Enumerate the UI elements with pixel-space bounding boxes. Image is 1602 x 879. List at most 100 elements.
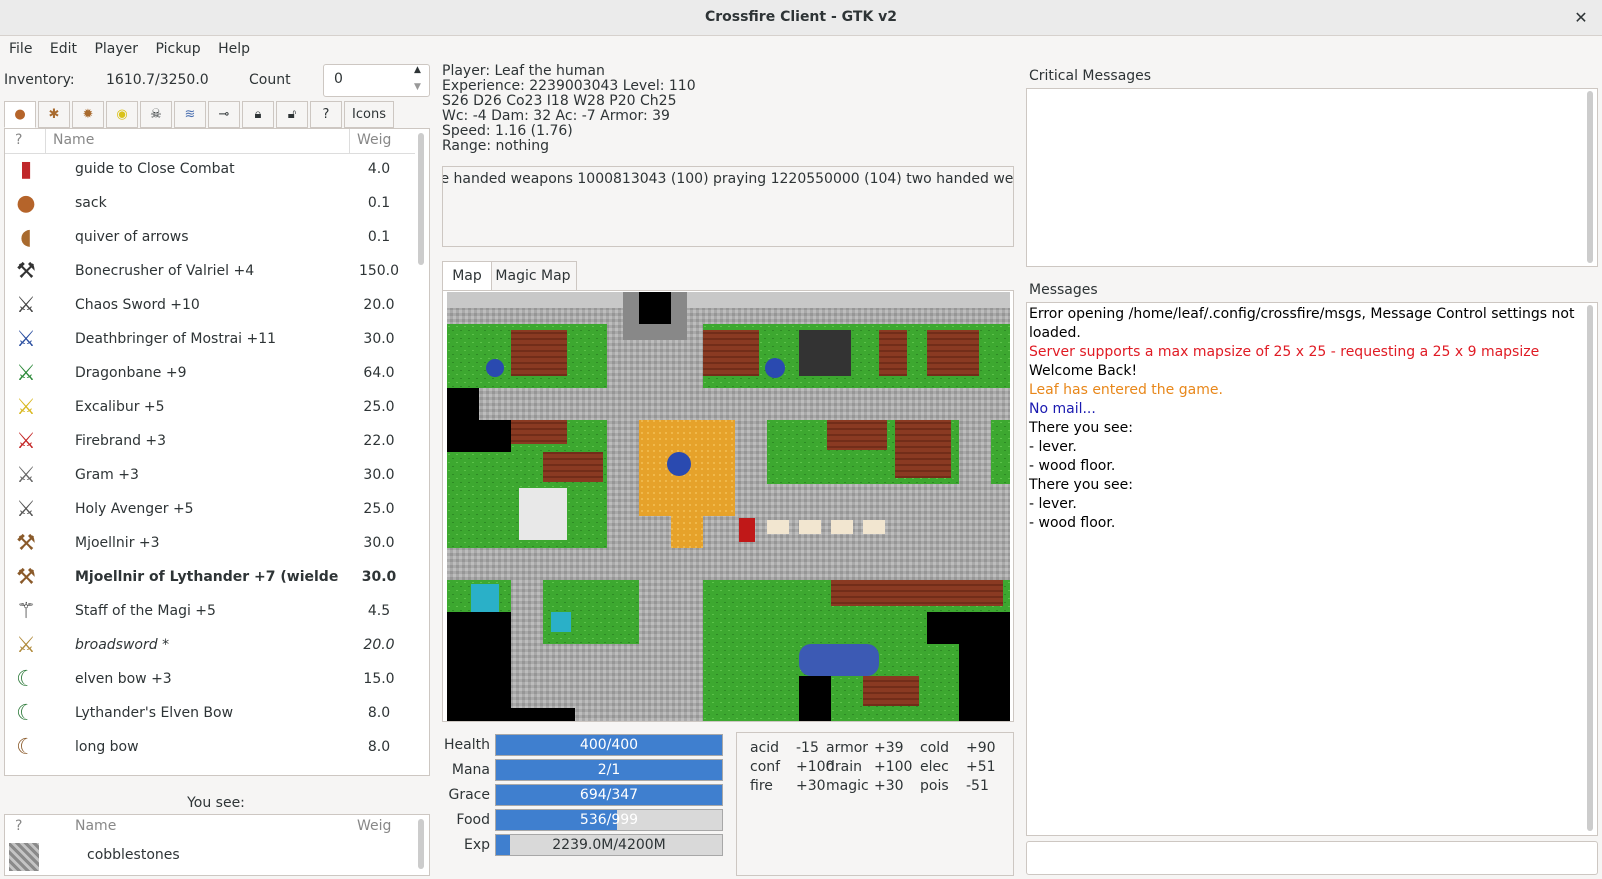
spin-down-icon[interactable]: ▼ [414,82,421,92]
resist-label: cold [920,740,950,756]
resist-value: +90 [966,740,996,756]
message-line: There you see: [1029,477,1133,493]
column-divider [349,129,350,153]
column-weight[interactable]: Weig [357,132,391,148]
column-weight[interactable]: Weig [357,818,391,834]
tab-unlocked-icon[interactable]: 🔓︎ [276,101,308,128]
item-weight: 20.0 [363,637,395,653]
exp-bar: 2239.0M/4200M [495,834,723,856]
bow-icon: ☾ [16,667,36,692]
tab-map[interactable]: Map [442,261,492,291]
inventory-row[interactable]: ⚔ Excalibur +5 25.0 [5,391,415,425]
quiver-icon: ◖ [20,225,32,250]
sword-icon: ⚔ [16,429,36,454]
inventory-row[interactable]: ◖ quiver of arrows 0.1 [5,221,415,255]
inventory-row[interactable]: ● sack 0.1 [5,187,415,221]
inventory-row[interactable]: ⚔ Deathbringer of Mostrai +11 30.0 [5,323,415,357]
item-weight: 4.0 [367,161,391,177]
menu-edit[interactable]: Edit [46,36,81,63]
menu-pickup[interactable]: Pickup [152,36,205,63]
item-name: Deathbringer of Mostrai +11 [75,331,277,347]
tab-all-icon[interactable]: ● [4,101,36,128]
inventory-row[interactable]: ⚔ Dragonbane +9 64.0 [5,357,415,391]
inventory-row[interactable]: ⚚ Staff of the Magi +5 4.5 [5,595,415,629]
hammer-icon: ⚒ [16,259,36,284]
column-unapplied[interactable]: ? [15,132,22,148]
skills-panel: one handed weapons 1000813043 (100) pray… [442,166,1014,247]
map-void [447,388,479,452]
inventory-row[interactable]: ⚔ broadsword * 20.0 [5,629,415,663]
item-name: long bow [75,739,139,755]
tab-cursed-icon[interactable]: ☠ [140,101,172,128]
inventory-scrollbar[interactable] [418,133,424,265]
inventory-row[interactable]: ▮ guide to Close Combat 4.0 [5,153,415,187]
map-portal [471,584,499,612]
sword-icon: ⚔ [16,633,36,658]
column-unapplied[interactable]: ? [15,818,22,834]
messages-scrollbar[interactable] [1587,305,1593,831]
resist-label: drain [826,759,862,775]
count-input[interactable]: 0 ▲ ▼ [323,64,430,97]
tab-unapplied-icon[interactable]: ✹ [72,101,104,128]
critical-scrollbar[interactable] [1587,91,1593,263]
item-name: Lythander's Elven Bow [75,705,234,721]
inventory-row[interactable]: ☾ Lythander's Elven Bow 8.0 [5,697,415,731]
column-name[interactable]: Name [75,818,116,834]
tab-applied-icon[interactable]: ✱ [38,101,70,128]
tab-unidentified-icon[interactable]: ? [310,101,342,128]
inventory-row[interactable]: ⚔ Chaos Sword +10 20.0 [5,289,415,323]
map-building [827,420,887,450]
item-weight: 4.5 [367,603,391,619]
inventory-row[interactable]: ⚒ Mjoellnir +3 30.0 [5,527,415,561]
you-see-scrollbar[interactable] [418,819,424,869]
tab-magic-map[interactable]: Magic Map [490,261,577,292]
resist-label: pois [920,778,949,794]
map-water [799,644,879,676]
map-building [799,330,851,376]
tab-locked-icon[interactable]: 🔒︎ [242,101,274,128]
health-label: Health [444,737,490,753]
exp-value: 2239.0M/4200M [552,837,666,853]
resist-label: fire [750,778,773,794]
message-line: Error opening /home/leaf/.config/crossfi… [1029,306,1575,322]
item-name: Mjoellnir +3 [75,535,160,551]
close-icon[interactable]: ✕ [1568,5,1594,31]
sack-icon: ● [16,191,36,216]
column-name[interactable]: Name [53,132,94,148]
message-line: - lever. [1029,439,1077,455]
command-input[interactable] [1026,841,1598,875]
inventory-row[interactable]: ⚒ Bonecrusher of Valriel +4 150.0 [5,255,415,289]
map-grass [991,420,1010,484]
inventory-row[interactable]: ⚒ Mjoellnir of Lythander +7 (wielde 30.0 [5,561,415,595]
list-item[interactable]: cobblestones [5,839,415,873]
inventory-row[interactable]: ⚔ Firebrand +3 22.0 [5,425,415,459]
inventory-row[interactable]: ⚔ Gram +3 30.0 [5,459,415,493]
player-combat: Wc: -4 Dam: 32 Ac: -7 Armor: 39 [442,108,670,124]
item-weight: 20.0 [363,297,395,313]
map-void [799,676,831,721]
bow-icon: ☾ [16,735,36,760]
menu-player[interactable]: Player [90,36,142,63]
inventory-row[interactable]: ☾ elven bow +3 15.0 [5,663,415,697]
resist-label: acid [750,740,780,756]
tab-unpaid-icon[interactable]: ◉ [106,101,138,128]
item-weight: 30.0 [363,331,395,347]
tab-magical-icon[interactable]: ≋ [174,101,206,128]
item-name: sack [75,195,107,211]
spin-up-icon[interactable]: ▲ [414,65,421,75]
tab-nonmagical-icon[interactable]: ⊸ [208,101,240,128]
inventory-row[interactable]: ⚔ Holy Avenger +5 25.0 [5,493,415,527]
tab-icons[interactable]: Icons [344,101,394,128]
menu-help[interactable]: Help [214,36,254,63]
message-line: No mail... [1029,401,1096,417]
message-line: Leaf has entered the game. [1029,382,1223,398]
item-weight: 0.1 [367,195,391,211]
map-building [895,420,951,478]
item-name: Mjoellnir of Lythander +7 (wielde [75,569,339,585]
item-name: quiver of arrows [75,229,189,245]
inventory-row[interactable]: ☾ long bow 8.0 [5,731,415,765]
resist-value: +51 [966,759,996,775]
menu-file[interactable]: File [5,36,36,63]
item-weight: 0.1 [367,229,391,245]
game-map[interactable] [447,292,1010,721]
